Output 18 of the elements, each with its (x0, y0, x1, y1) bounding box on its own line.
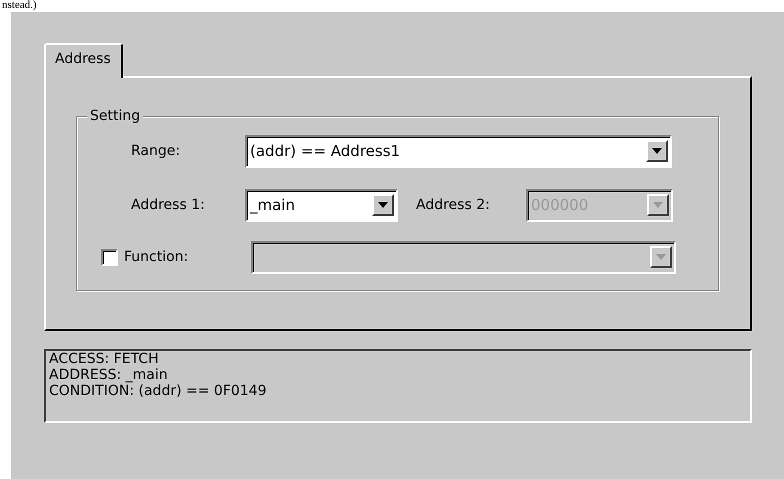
summary-line: ACCESS: FETCH (49, 351, 160, 367)
field-label: Address 2: (416, 196, 491, 215)
tab[interactable]: Address (44, 43, 123, 78)
caret-icon (378, 202, 388, 208)
combo-box[interactable]: (addr) == Address1 (245, 135, 672, 168)
field-label: Function: (124, 248, 190, 267)
dropdown-button[interactable] (646, 140, 668, 162)
caret-icon (653, 202, 663, 208)
summary-line: CONDITION: (addr) == 0F0149 (49, 383, 268, 399)
combo-box[interactable]: _main (245, 189, 398, 222)
dropdown-button[interactable] (372, 194, 394, 216)
caret-icon (656, 254, 666, 260)
summary-line: ADDRESS: _main (49, 367, 169, 383)
field-label: Range: (131, 142, 182, 161)
field-label: Address 1: (131, 196, 206, 215)
caret-icon (652, 148, 662, 154)
group-title: Setting (87, 107, 144, 125)
text-fragment: nstead.) (1, 0, 38, 11)
